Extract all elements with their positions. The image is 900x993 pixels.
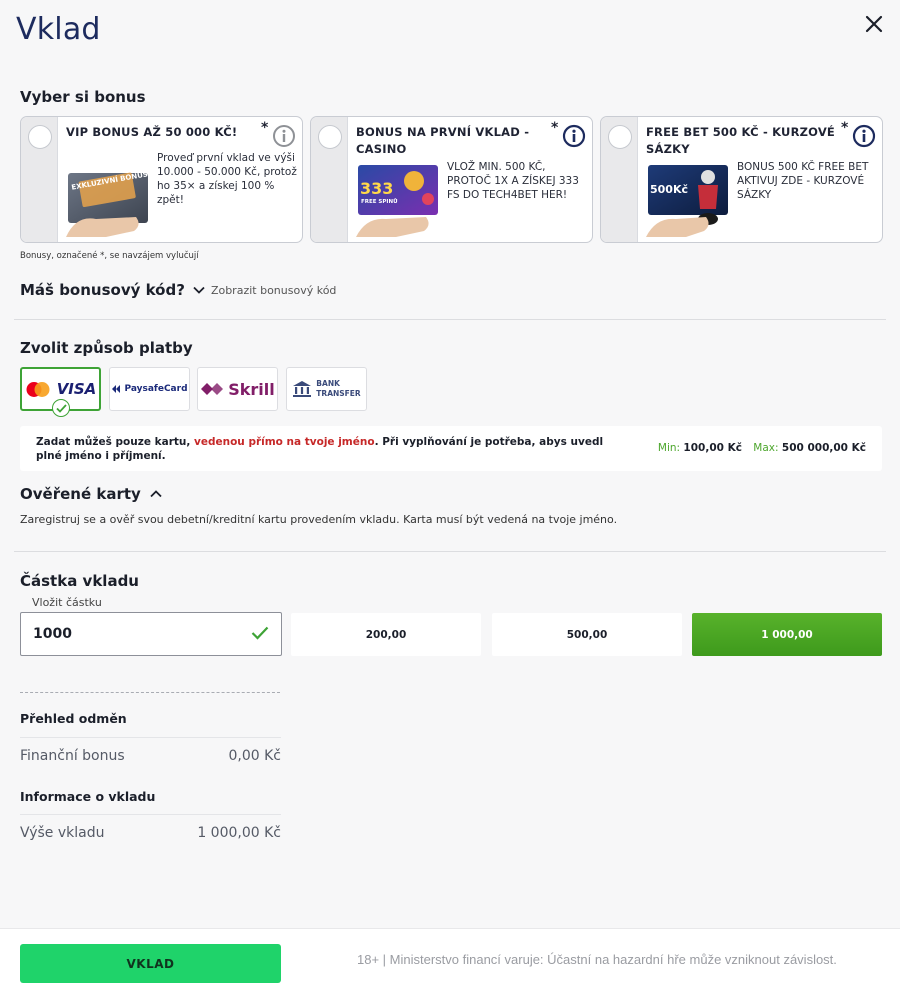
bank-icon: [293, 381, 312, 397]
deposit-amount-label: Výše vkladu: [20, 824, 105, 841]
bonus-radio[interactable]: [28, 125, 52, 149]
page-title: Vklad: [16, 12, 101, 47]
payment-method-skrill[interactable]: Skrill: [197, 367, 278, 411]
mastercard-icon: [26, 381, 50, 397]
bonus-card-vip[interactable]: VIP BONUS AŽ 50 000 KČ! * EXKLUZIVNÍ BON…: [20, 116, 303, 243]
bonus-section-title: Vyber si bonus: [20, 88, 146, 106]
exclusive-star: *: [841, 120, 849, 136]
selected-check-icon: [52, 399, 70, 417]
verified-cards-title: Ověřené karty: [20, 485, 141, 503]
deposit-button[interactable]: VKLAD: [20, 944, 281, 983]
promo-code-toggle[interactable]: Máš bonusový kód? Zobrazit bonusový kód: [20, 281, 336, 299]
bonus-card-desc: Proveď první vklad ve výši 10.000 - 50.0…: [157, 152, 297, 206]
casino-image-sub: FREE SPINŮ: [361, 199, 398, 205]
paysafecard-icon: [112, 385, 121, 393]
gambling-warning: 18+ | Ministerstvo financí varuje: Účast…: [357, 952, 837, 967]
skrill-icon: [201, 383, 224, 395]
visa-label: VISA: [56, 380, 97, 398]
deposit-info-title: Informace o vkladu: [20, 789, 156, 804]
bonus-exclusivity-note: Bonusy, označené *, se navzájem vylučují: [20, 251, 199, 261]
exclusive-star: *: [261, 120, 269, 136]
verified-cards-desc: Zaregistruj se a ověř svou debetní/kredi…: [20, 513, 618, 526]
vip-bonus-image: [66, 172, 148, 237]
casino-bonus-image: [356, 165, 438, 237]
financial-bonus-row: Finanční bonus 0,00 Kč: [20, 737, 281, 774]
bonus-card-title: FREE BET 500 KČ - KURZOVÉ SÁZKY: [646, 125, 835, 156]
section-divider: [14, 319, 886, 320]
promo-question: Máš bonusový kód?: [20, 281, 185, 299]
deposit-limits: Min: 100,00 Kč Max: 500 000,00 Kč: [657, 442, 866, 454]
chevron-down-icon: [193, 286, 205, 294]
amount-chip-500[interactable]: 500,00: [492, 613, 682, 656]
info-icon[interactable]: [852, 124, 876, 148]
amount-chip-1000[interactable]: 1 000,00: [692, 613, 882, 656]
amount-section-title: Částka vkladu: [20, 572, 139, 590]
card-notice: Zadat můžeš pouze kartu, vedenou přímo n…: [20, 426, 882, 471]
amount-input[interactable]: 1000: [20, 612, 282, 656]
payment-method-paysafecard[interactable]: PaysafeCard: [109, 367, 190, 411]
financial-bonus-value: 0,00 Kč: [228, 747, 282, 764]
deposit-amount-value: 1 000,00 Kč: [197, 824, 281, 841]
freebet-bonus-image: [646, 165, 728, 237]
financial-bonus-label: Finanční bonus: [20, 747, 125, 764]
casino-image-label: 333: [360, 179, 394, 198]
valid-check-icon: [251, 626, 269, 640]
bonus-card-desc: VLOŽ MIN. 500 KČ, PROTOČ 1X A ZÍSKEJ 333…: [447, 161, 579, 201]
card-notice-text: Zadat můžeš pouze kartu, vedenou přímo n…: [36, 436, 604, 462]
bonus-radio[interactable]: [318, 125, 342, 149]
info-icon[interactable]: [562, 124, 586, 148]
deposit-amount-row: Výše vkladu 1 000,00 Kč: [20, 814, 281, 851]
payment-method-bank-transfer[interactable]: BANK TRANSFER: [286, 367, 367, 411]
bonus-card-title: VIP BONUS AŽ 50 000 KČ!: [66, 125, 238, 139]
amount-input-label: Vložit částku: [32, 596, 102, 609]
section-divider: [14, 551, 886, 552]
paysafecard-label: PaysafeCard: [124, 384, 188, 394]
verified-cards-toggle[interactable]: Ověřené karty: [20, 485, 162, 503]
bank-transfer-label: BANK TRANSFER: [316, 379, 361, 398]
close-icon[interactable]: [862, 12, 886, 36]
amount-value: 1000: [33, 626, 72, 642]
exclusive-star: *: [551, 120, 559, 136]
payment-section-title: Zvolit způsob platby: [20, 339, 193, 357]
show-promo-link[interactable]: Zobrazit bonusový kód: [211, 284, 336, 297]
rewards-overview-title: Přehled odměn: [20, 711, 127, 726]
bonus-card-title: BONUS NA PRVNÍ VKLAD - CASINO: [356, 125, 530, 156]
amount-chip-200[interactable]: 200,00: [291, 613, 481, 656]
bonus-radio[interactable]: [608, 125, 632, 149]
freebet-image-label: 500Kč: [650, 183, 689, 196]
info-icon[interactable]: [272, 124, 296, 148]
bonus-card-casino[interactable]: BONUS NA PRVNÍ VKLAD - CASINO * 333 FREE…: [310, 116, 593, 243]
chevron-up-icon: [150, 490, 162, 498]
bonus-card-desc: BONUS 500 KČ FREE BET AKTIVUJ ZDE - KURZ…: [737, 161, 869, 201]
bonus-card-freebet[interactable]: FREE BET 500 KČ - KURZOVÉ SÁZKY * 500Kč …: [600, 116, 883, 243]
dashed-divider: [20, 692, 280, 693]
skrill-label: Skrill: [228, 379, 275, 399]
